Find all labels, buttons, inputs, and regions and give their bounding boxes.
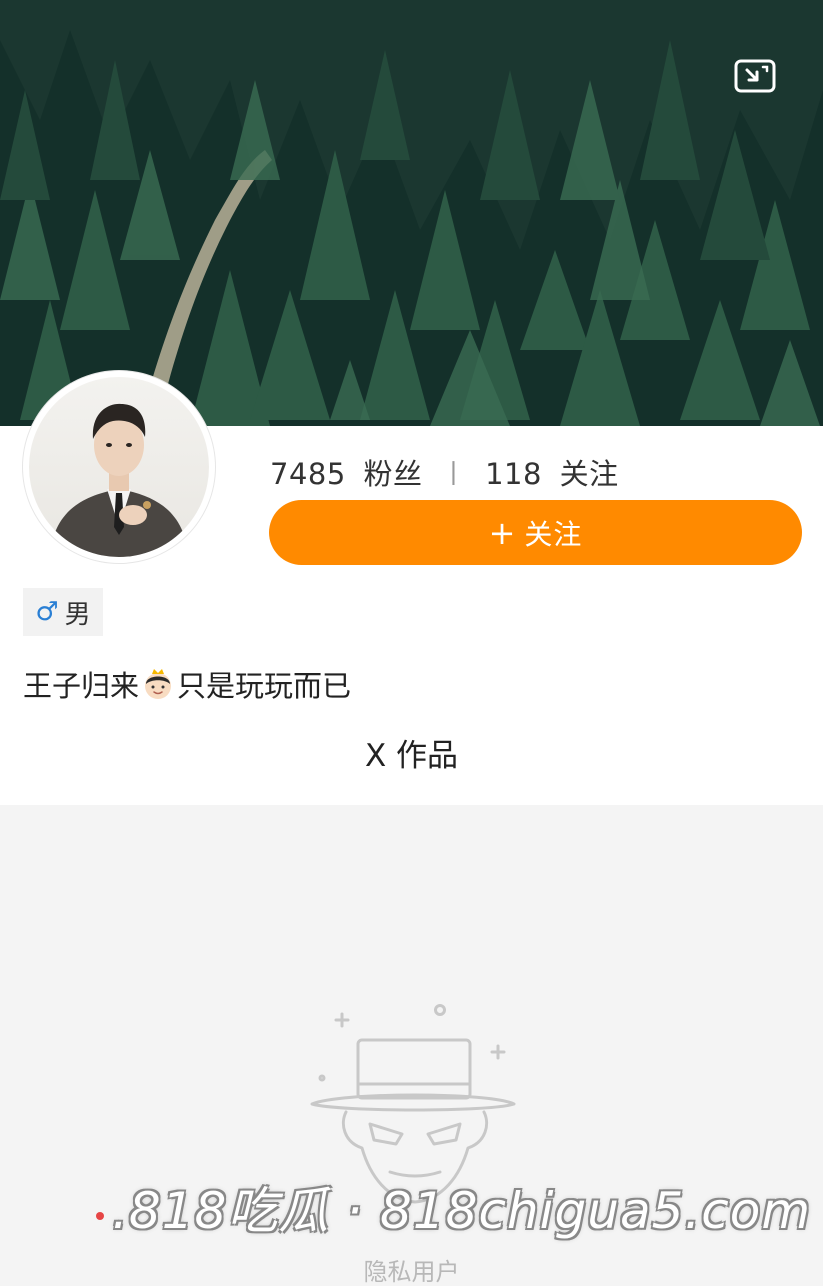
- fans-stat[interactable]: 7485 粉丝: [270, 451, 423, 493]
- forest-illustration: [0, 0, 823, 426]
- profile-stats: 7485 粉丝 丨 118 关注: [270, 450, 619, 494]
- follow-button-label: 关注: [524, 517, 583, 551]
- works-title[interactable]: X 作品: [0, 732, 823, 780]
- fans-count: 7485: [270, 457, 346, 491]
- private-user-label: 隐私用户: [363, 1258, 460, 1286]
- fans-label: 粉丝: [363, 457, 423, 491]
- watermark-dot: [96, 1212, 104, 1220]
- avatar[interactable]: [23, 371, 215, 563]
- follow-button[interactable]: + 关注: [269, 500, 802, 565]
- watermark: .818吃瓜 · 818chigua5.com: [96, 1172, 811, 1242]
- plus-icon: +: [488, 513, 517, 552]
- search-icon[interactable]: [712, 0, 772, 18]
- following-count: 118: [485, 457, 542, 491]
- following-stat[interactable]: 118 关注: [485, 451, 619, 493]
- profile-bio: 王子归来 只是玩玩而已: [23, 662, 351, 706]
- gender-label: 男: [64, 599, 91, 630]
- bio-text-part1: 王子归来: [23, 669, 140, 703]
- prince-emoji-icon: [145, 669, 172, 699]
- bio-text-part2: 只是玩玩而已: [177, 669, 352, 703]
- avatar-photo: [29, 377, 209, 557]
- cover-image: [0, 0, 823, 426]
- expand-icon[interactable]: [733, 58, 777, 94]
- gender-badge: ♂ 男: [23, 588, 103, 636]
- following-label: 关注: [559, 457, 619, 491]
- stats-separator: 丨: [440, 459, 468, 490]
- watermark-text: .818吃瓜 · 818chigua5.com: [112, 1182, 812, 1240]
- male-icon: ♂: [35, 597, 59, 627]
